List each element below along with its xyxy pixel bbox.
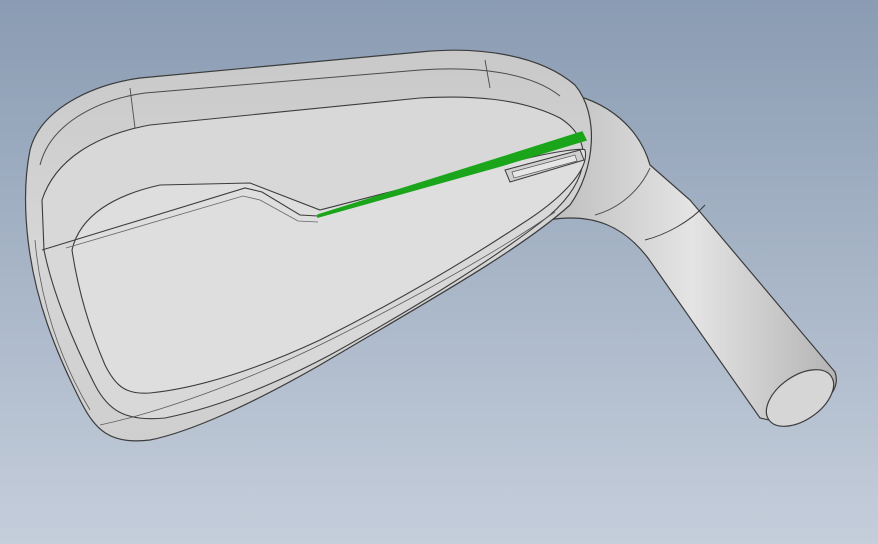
cad-viewport[interactable] — [0, 0, 878, 544]
cad-canvas[interactable] — [0, 0, 878, 544]
